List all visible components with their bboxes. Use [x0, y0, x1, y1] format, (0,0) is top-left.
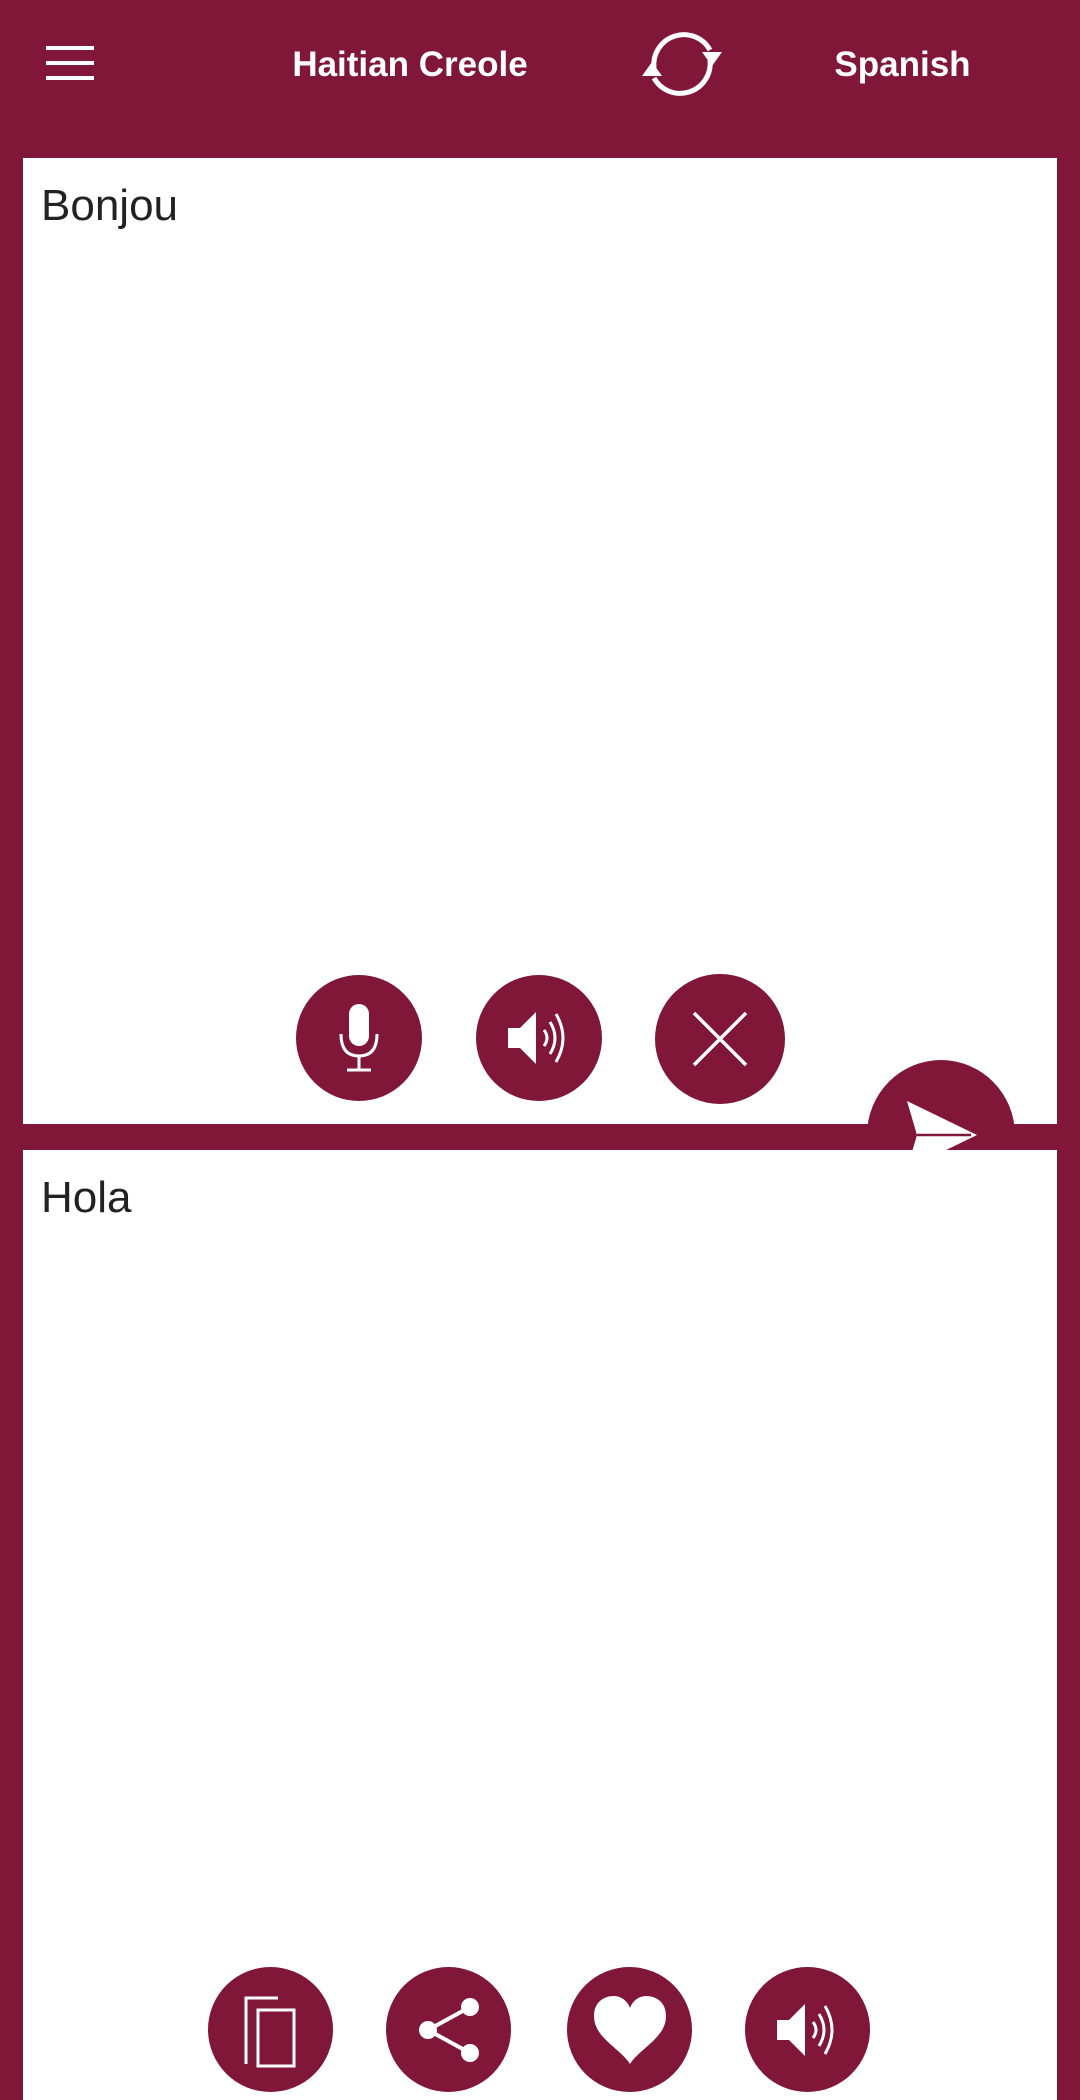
swap-languages-icon	[642, 32, 722, 96]
heart-icon	[593, 1995, 666, 2064]
source-text-input[interactable]: Bonjou	[41, 180, 1039, 233]
copy-icon	[244, 1996, 295, 2067]
microphone-icon	[339, 1004, 379, 1072]
target-language-selector[interactable]: Spanish	[790, 40, 1015, 90]
source-language-selector[interactable]: Haitian Creole	[270, 40, 550, 90]
share-button[interactable]	[386, 1967, 511, 2092]
share-icon	[418, 1997, 479, 2062]
translated-text: Hola	[41, 1173, 132, 1222]
source-text-panel: Bonjou	[23, 158, 1057, 1124]
favorite-button[interactable]	[567, 1967, 692, 2092]
speaker-icon	[776, 2003, 833, 2056]
app-header: Haitian Creole Spanish	[0, 0, 1080, 150]
copy-button[interactable]	[208, 1967, 333, 2092]
clear-button[interactable]	[655, 974, 785, 1104]
microphone-button[interactable]	[296, 975, 422, 1101]
speak-source-button[interactable]	[476, 975, 602, 1101]
swap-languages-button[interactable]	[632, 24, 732, 104]
speak-translation-button[interactable]	[745, 1967, 870, 2092]
speaker-icon	[508, 1012, 565, 1064]
translated-text-panel: Hola	[23, 1150, 1057, 2100]
close-icon	[692, 1011, 748, 1067]
menu-button[interactable]	[46, 44, 96, 82]
